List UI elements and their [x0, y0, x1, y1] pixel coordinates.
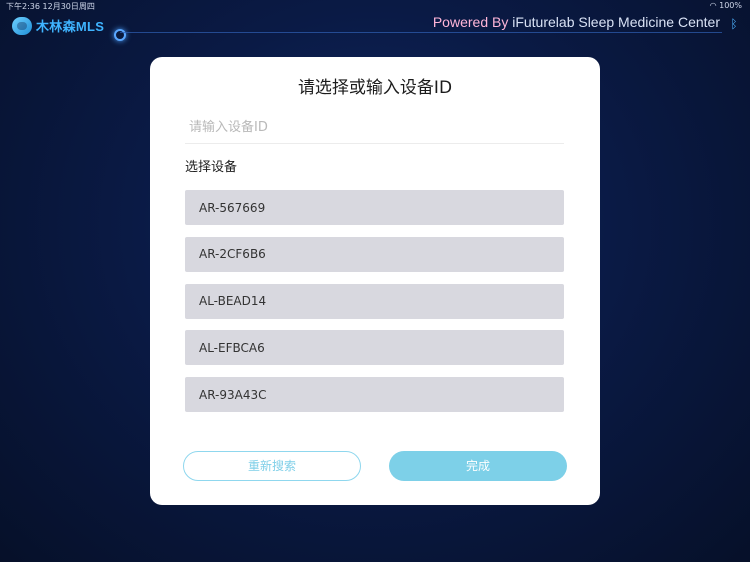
status-battery: ◠ 100%: [710, 1, 742, 10]
app-logo: 木林森MLS: [12, 16, 104, 35]
connection-indicator-icon: [114, 29, 126, 41]
battery-level: 100%: [719, 1, 742, 10]
logo-mark-icon: [12, 16, 32, 35]
app-header: 木林森MLS Powered By iFuturelab Sleep Medic…: [0, 12, 750, 41]
powered-by-text: Powered By iFuturelab Sleep Medicine Cen…: [433, 14, 720, 30]
wifi-icon: ◠: [709, 1, 717, 10]
select-device-label: 选择设备: [185, 160, 238, 175]
device-item[interactable]: AL-BEAD14: [185, 283, 564, 319]
device-select-dialog: 请选择或输入设备ID 选择设备 AR-567669 AR-2CF6B6 AL-B…: [150, 57, 600, 505]
status-bar: 下午2:36 12月30日周四 ◠ 100%: [0, 0, 750, 12]
header-divider: [120, 32, 722, 33]
device-item[interactable]: AR-93A43C: [185, 377, 564, 413]
status-time-date: 下午2:36 12月30日周四: [6, 1, 95, 12]
powered-by-name: iFuturelab Sleep Medicine Center: [512, 14, 720, 30]
done-button[interactable]: 完成: [389, 451, 567, 481]
device-item[interactable]: AL-EFBCA6: [185, 330, 564, 366]
powered-by-prefix: Powered By: [432, 14, 513, 30]
dialog-title: 请选择或输入设备ID: [297, 78, 453, 98]
bluetooth-icon[interactable]: ᛒ: [728, 16, 740, 32]
device-list: AR-567669 AR-2CF6B6 AL-BEAD14 AL-EFBCA6 …: [185, 190, 564, 424]
rescan-button[interactable]: 重新搜索: [183, 451, 361, 481]
status-date: 12月30日周四: [42, 2, 95, 11]
device-item[interactable]: AR-2CF6B6: [185, 236, 564, 272]
logo-text: 木林森MLS: [36, 19, 105, 34]
status-time: 下午2:36: [6, 2, 40, 11]
device-item[interactable]: AR-567669: [185, 190, 564, 225]
device-id-input[interactable]: [185, 112, 564, 144]
